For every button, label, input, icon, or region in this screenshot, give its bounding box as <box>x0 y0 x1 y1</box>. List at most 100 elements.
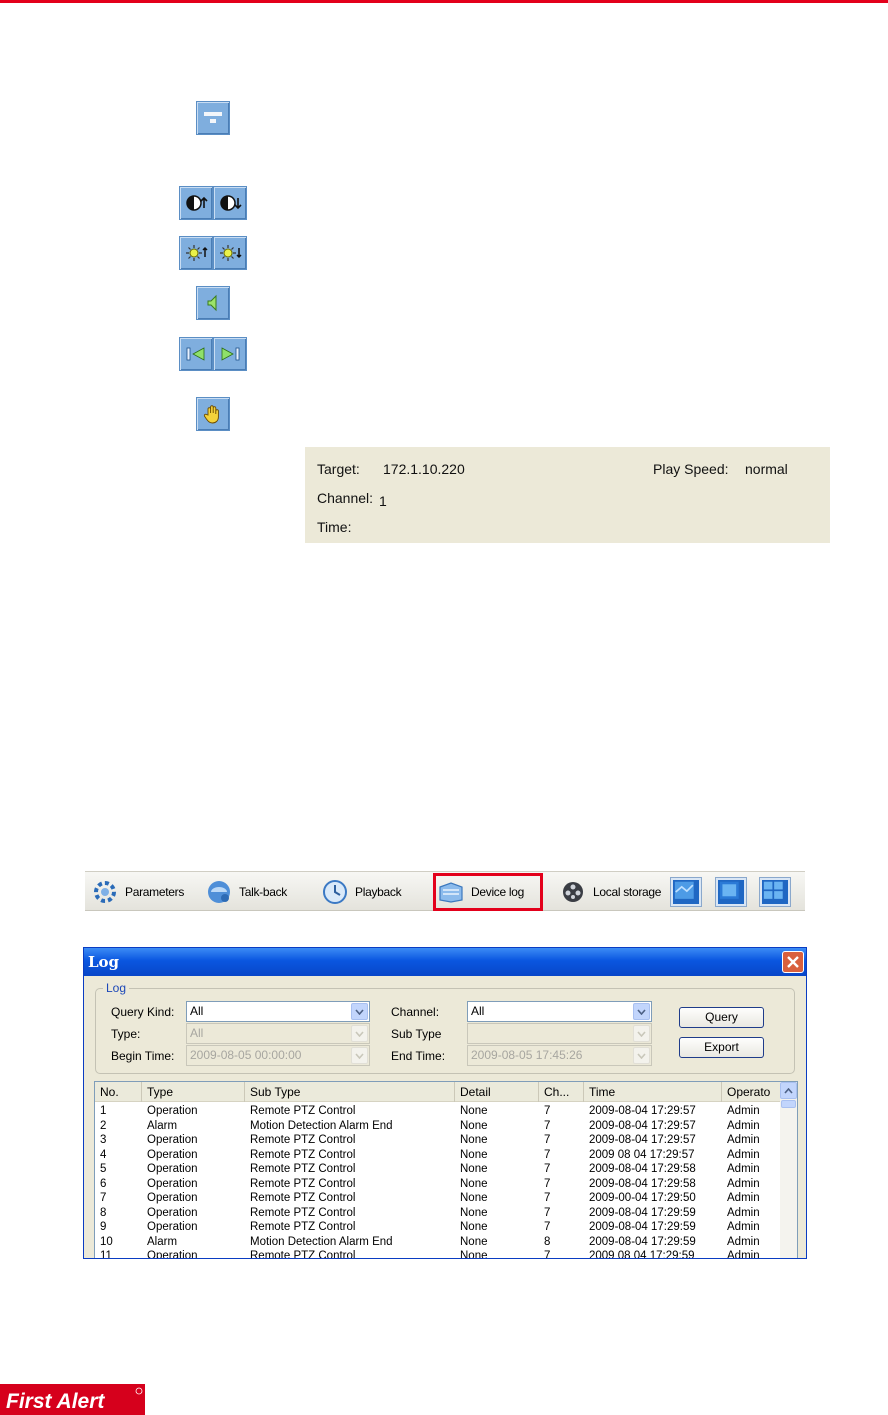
contrast-up-button[interactable] <box>179 186 213 220</box>
volume-button[interactable] <box>196 286 230 320</box>
main-toolbar: Parameters Talk-back Playback Device log… <box>85 871 805 911</box>
cell-channel: 7 <box>544 1192 551 1204</box>
log-dialog-titlebar: Log <box>84 948 806 976</box>
cell-time: 2009-08-04 17:29:59 <box>589 1221 696 1233</box>
cell-operator: Admin <box>727 1119 760 1132</box>
table-row[interactable]: 5 Operation Remote PTZ Control None 7 2009-08… <box>95 1162 781 1177</box>
table-row[interactable]: 1 Operation Remote PTZ Control None 7 2009-08… <box>95 1104 781 1119</box>
cell-time: 2009 08 04 17:29:59 <box>589 1250 695 1259</box>
brightness-up-button[interactable] <box>179 236 213 270</box>
chevron-down-icon <box>633 1003 650 1020</box>
column-header-channel[interactable]: Ch... <box>539 1082 584 1102</box>
toolbar-playback-label: Playback <box>355 885 402 899</box>
column-header-detail[interactable]: Detail <box>455 1082 539 1102</box>
cell-detail: None <box>460 1206 488 1219</box>
toolbar-local-storage[interactable]: Local storage <box>559 877 661 907</box>
cell-sub-type: Remote PTZ Control <box>250 1148 356 1161</box>
toolbar-talkback[interactable]: Talk-back <box>205 877 287 907</box>
toolbar-parameters[interactable]: Parameters <box>91 877 184 907</box>
exit-fullscreen-button[interactable] <box>196 101 230 135</box>
table-row[interactable]: 4 Operation Remote PTZ Control None 7 2009 08… <box>95 1148 781 1163</box>
contrast-down-icon <box>220 195 242 211</box>
full-view-button[interactable] <box>716 878 746 906</box>
table-row[interactable]: 2 Alarm Motion Detection Alarm End None 7 200… <box>95 1119 781 1134</box>
cell-time: 2009-00-04 17:29:50 <box>589 1192 696 1204</box>
target-label: Target: <box>317 461 360 477</box>
table-row[interactable]: 7 Operation Remote PTZ Control None 7 2009-00… <box>95 1191 781 1206</box>
begin-time-label: Begin Time: <box>111 1049 175 1063</box>
cell-sub-type: Remote PTZ Control <box>250 1250 356 1259</box>
column-header-time[interactable]: Time <box>584 1082 722 1102</box>
cell-type: Operation <box>147 1134 198 1146</box>
cell-operator: Admin <box>727 1192 760 1204</box>
hand-drag-button[interactable] <box>196 397 230 431</box>
table-row[interactable]: 10 Alarm Motion Detection Alarm End None 8 20… <box>95 1235 781 1250</box>
end-time-picker[interactable]: 2009-08-05 17:45:26 <box>467 1045 652 1066</box>
cell-channel: 7 <box>544 1177 551 1190</box>
table-row[interactable]: 8 Operation Remote PTZ Control None 7 2009-08… <box>95 1206 781 1221</box>
cell-no: 11 <box>100 1250 112 1259</box>
channel-select[interactable]: All <box>467 1001 652 1022</box>
record-start-button[interactable] <box>179 337 213 371</box>
log-table-body: 1 Operation Remote PTZ Control None 7 2009-08… <box>95 1104 781 1259</box>
contrast-down-button[interactable] <box>213 186 247 220</box>
log-table-scrollbar[interactable] <box>780 1082 797 1258</box>
brightness-down-button[interactable] <box>213 236 247 270</box>
column-header-sub-type[interactable]: Sub Type <box>245 1082 455 1102</box>
cell-type: Operation <box>147 1163 198 1175</box>
parameters-icon <box>91 878 119 906</box>
cell-no: 10 <box>100 1235 113 1248</box>
cell-type: Operation <box>147 1192 198 1204</box>
log-table: No. Type Sub Type Detail Ch... Time Oper… <box>94 1081 798 1259</box>
table-row[interactable]: 6 Operation Remote PTZ Control None 7 2009-08… <box>95 1177 781 1192</box>
type-select[interactable]: All <box>186 1023 370 1044</box>
cell-no: 7 <box>100 1192 107 1204</box>
column-header-no[interactable]: No. <box>95 1082 142 1102</box>
cell-type: Operation <box>147 1250 198 1259</box>
query-kind-select[interactable]: All <box>186 1001 370 1022</box>
table-row[interactable]: 3 Operation Remote PTZ Control None 7 2009-08… <box>95 1133 781 1148</box>
cell-no: 8 <box>100 1206 107 1219</box>
close-button[interactable] <box>782 951 804 973</box>
begin-time-picker[interactable]: 2009-08-05 00:00:00 <box>186 1045 370 1066</box>
cell-type: Alarm <box>147 1119 178 1132</box>
table-row[interactable]: 11 Operation Remote PTZ Control None 7 2009 0… <box>95 1249 781 1259</box>
record-start-icon <box>186 347 205 361</box>
cell-channel: 7 <box>544 1148 551 1161</box>
column-header-operator[interactable]: Operato <box>722 1082 781 1102</box>
cell-sub-type: Remote PTZ Control <box>250 1163 356 1175</box>
toolbar-playback[interactable]: Playback <box>321 877 402 907</box>
cell-no: 5 <box>100 1163 107 1175</box>
local-storage-icon <box>559 878 587 906</box>
record-end-button[interactable] <box>213 337 247 371</box>
query-button[interactable]: Query <box>679 1007 764 1028</box>
cell-operator: Admin <box>727 1206 760 1219</box>
cell-no: 4 <box>100 1148 107 1161</box>
cell-operator: Admin <box>727 1221 760 1233</box>
svg-text:First Alert: First Alert <box>6 1390 105 1413</box>
contrast-up-icon <box>186 195 208 211</box>
cell-detail: None <box>460 1177 488 1190</box>
cell-detail: None <box>460 1221 488 1233</box>
cell-sub-type: Remote PTZ Control <box>250 1134 356 1146</box>
volume-icon <box>207 294 217 312</box>
record-end-icon <box>221 347 240 361</box>
scroll-thumb[interactable] <box>781 1100 796 1108</box>
column-header-type[interactable]: Type <box>142 1082 245 1102</box>
playback-info-panel: Target: 172.1.10.220 Play Speed: normal … <box>305 447 830 543</box>
channel-label: Channel: <box>391 1005 440 1019</box>
brightness-up-icon <box>186 245 208 261</box>
cell-time: 2009-08-04 17:29:59 <box>589 1206 696 1219</box>
export-button[interactable]: Export <box>679 1037 764 1058</box>
cell-time: 2009-08-04 17:29:57 <box>589 1119 696 1132</box>
brightness-down-icon <box>220 245 242 261</box>
channel-value: All <box>471 1004 485 1018</box>
sub-type-select[interactable] <box>467 1023 652 1044</box>
table-row[interactable]: 9 Operation Remote PTZ Control None 7 2009-08… <box>95 1220 781 1235</box>
quad-view-button[interactable] <box>760 878 790 906</box>
header-rule <box>0 0 888 3</box>
cell-sub-type: Motion Detection Alarm End <box>250 1119 393 1132</box>
scroll-up-button[interactable] <box>780 1082 797 1099</box>
cell-no: 9 <box>100 1221 107 1233</box>
single-view-button[interactable] <box>671 878 701 906</box>
